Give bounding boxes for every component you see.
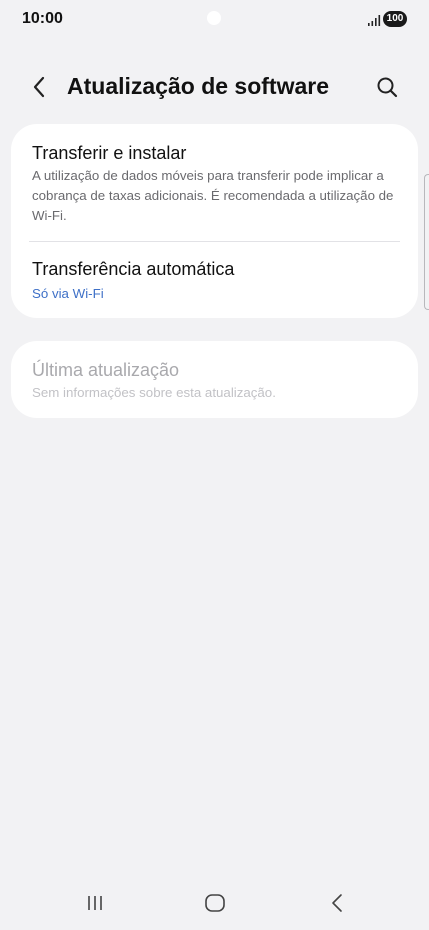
recents-icon [85, 894, 105, 917]
status-bar: 10:00 100 [0, 0, 429, 40]
auto-download-value: Só via Wi-Fi [32, 286, 104, 301]
last-update-title: Última atualização [32, 360, 180, 380]
scroll-handle[interactable] [424, 174, 429, 310]
app-bar: Atualização de software [0, 62, 429, 114]
home-button[interactable] [200, 892, 230, 918]
page-title: Atualização de software [67, 73, 330, 99]
camera-cutout [207, 11, 221, 25]
home-icon [204, 893, 226, 918]
back-arrow-icon [32, 76, 46, 103]
download-install-description: A utilização de dados móveis para transf… [32, 168, 394, 223]
search-icon [376, 76, 398, 103]
auto-download-item[interactable]: Transferência automática Só via Wi-Fi [32, 258, 400, 303]
auto-download-title: Transferência automática [32, 259, 235, 279]
battery-icon: 100 [383, 11, 407, 27]
last-update-item[interactable]: Última atualização Sem informações sobre… [32, 359, 400, 403]
status-time: 10:00 [22, 10, 63, 27]
settings-card: Transferir e instalar A utilização de da… [11, 124, 418, 318]
download-install-item[interactable]: Transferir e instalar A utilização de da… [32, 142, 400, 226]
last-update-card: Última atualização Sem informações sobre… [11, 341, 418, 418]
download-install-title: Transferir e instalar [32, 143, 187, 163]
last-update-description: Sem informações sobre esta atualização. [32, 385, 276, 400]
nav-back-button[interactable] [322, 892, 352, 918]
navigation-bar [0, 880, 429, 930]
divider [29, 241, 400, 242]
signal-icon [367, 13, 381, 26]
recents-button[interactable] [80, 892, 110, 918]
back-button[interactable] [24, 74, 54, 104]
back-icon [330, 893, 344, 918]
search-button[interactable] [372, 74, 402, 104]
